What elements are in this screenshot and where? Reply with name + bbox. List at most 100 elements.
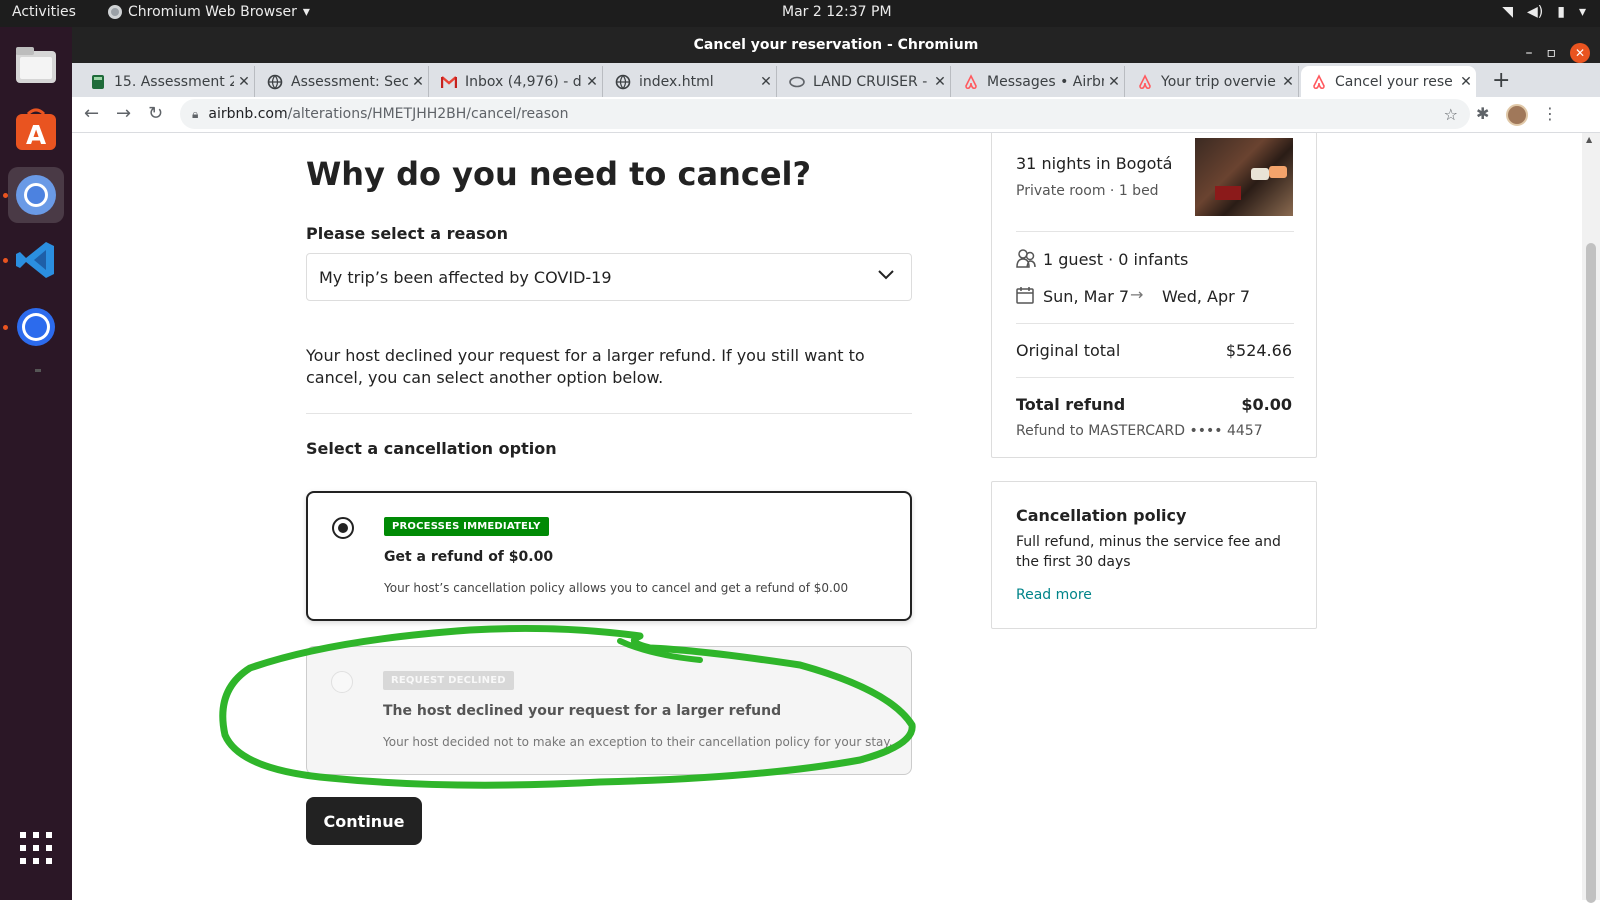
- policy-description: Full refund, minus the service fee and t…: [1016, 534, 1281, 570]
- photo-detail: [1215, 186, 1241, 200]
- close-icon[interactable]: ✕: [234, 74, 254, 90]
- original-total-value: $524.66: [1225, 341, 1292, 360]
- reload-icon[interactable]: ↻: [148, 103, 163, 124]
- app-menu-label: Chromium Web Browser: [128, 4, 297, 20]
- close-icon[interactable]: ✕: [756, 74, 776, 90]
- clock[interactable]: Mar 2 12:37 PM: [782, 4, 892, 20]
- radio-disabled: [331, 671, 353, 693]
- close-icon[interactable]: ✕: [1456, 74, 1476, 90]
- radio-selected[interactable]: [332, 517, 354, 539]
- page-scrollbar[interactable]: ▲: [1582, 133, 1600, 903]
- cancellation-policy-card: Cancellation policy Full refund, minus t…: [991, 481, 1317, 629]
- scroll-up-icon[interactable]: ▲: [1586, 135, 1592, 144]
- close-icon[interactable]: ✕: [582, 74, 602, 90]
- tab[interactable]: Your trip overvie ✕: [1127, 66, 1299, 97]
- book-icon: [90, 74, 106, 90]
- total-refund-label: Total refund: [1016, 395, 1126, 414]
- app-store-icon: A: [16, 108, 56, 151]
- tab[interactable]: 15. Assessment 2 ✕: [80, 66, 255, 97]
- dock-show-apps[interactable]: [8, 820, 64, 876]
- tab[interactable]: Inbox (4,976) - dn ✕: [431, 66, 603, 97]
- scrollbar-thumb[interactable]: [1586, 243, 1596, 903]
- chevron-down-icon: ▾: [1578, 4, 1586, 20]
- system-tray[interactable]: ◥ ◀) ▮ ▾: [1502, 4, 1586, 20]
- running-indicator: [3, 325, 8, 330]
- forward-icon[interactable]: →: [116, 103, 131, 124]
- page-title: Why do you need to cancel?: [306, 155, 812, 193]
- chevron-down-icon: ▾: [302, 4, 310, 20]
- back-icon[interactable]: ←: [84, 103, 99, 124]
- close-icon[interactable]: ✕: [1104, 74, 1124, 90]
- listing-title: 31 nights in Bogotá: [1016, 154, 1173, 173]
- tab-strip: 15. Assessment 2 ✕ Assessment: Sec ✕ Inb…: [72, 63, 1600, 97]
- svg-text:A: A: [26, 121, 46, 151]
- globe-icon: [267, 74, 283, 90]
- calendar-icon: [1016, 286, 1034, 308]
- status-badge: REQUEST DECLINED: [383, 671, 514, 690]
- tab[interactable]: Messages • Airbn ✕: [953, 66, 1125, 97]
- dock-vscode[interactable]: [8, 232, 64, 288]
- tab-title: 15. Assessment 2: [114, 73, 234, 90]
- photo-detail: [1269, 166, 1287, 178]
- app-menu[interactable]: Chromium Web Browser ▾: [108, 4, 310, 20]
- guests-icon: [1016, 248, 1036, 272]
- tab-active[interactable]: Cancel your rese ✕: [1301, 66, 1476, 97]
- volume-icon: ◀): [1527, 4, 1544, 20]
- battery-icon: ▮: [1557, 4, 1565, 20]
- close-icon[interactable]: ✕: [930, 74, 950, 90]
- arrow-right-icon: →: [1130, 285, 1144, 304]
- airbnb-icon: [1311, 73, 1327, 90]
- close-icon[interactable]: ✕: [1278, 74, 1298, 90]
- window-title: Cancel your reservation - Chromium: [693, 37, 979, 53]
- option-label: Select a cancellation option: [306, 439, 557, 458]
- close-icon[interactable]: ✕: [1570, 43, 1590, 63]
- refund-option-card[interactable]: PROCESSES IMMEDIATELY Get a refund of $0…: [306, 491, 912, 621]
- divider: [1016, 323, 1294, 324]
- dock-chromium[interactable]: [8, 167, 64, 223]
- chromium-icon: [16, 175, 56, 215]
- bookmark-star-icon[interactable]: ☆: [1444, 105, 1458, 124]
- airbnb-icon: [1137, 73, 1153, 90]
- reason-select[interactable]: My trip’s been affected by COVID-19: [306, 253, 912, 301]
- activities-button[interactable]: Activities: [12, 4, 76, 20]
- chromium-icon: [108, 5, 122, 19]
- new-tab-icon[interactable]: +: [1492, 68, 1510, 93]
- extensions-icon[interactable]: ✱: [1476, 104, 1489, 123]
- dock: A: [0, 27, 72, 900]
- read-more-link[interactable]: Read more: [1016, 587, 1092, 603]
- address-bar[interactable]: 🔒︎ airbnb.com /alterations/HMETJHH2BH/ca…: [180, 99, 1470, 129]
- menu-kebab-icon[interactable]: ⋮: [1542, 104, 1558, 123]
- dock-files[interactable]: [8, 37, 64, 93]
- tab-title: Your trip overvie: [1161, 73, 1276, 90]
- running-indicator: [3, 258, 8, 263]
- listing-photo[interactable]: [1195, 138, 1293, 216]
- running-indicator: [3, 193, 8, 198]
- option-description: Your host’s cancellation policy allows y…: [384, 581, 849, 595]
- browser-toolbar: ← → ↻ 🔒︎ airbnb.com /alterations/HMETJHH…: [72, 97, 1600, 133]
- chevron-down-icon: [877, 266, 895, 285]
- vscode-icon: [16, 242, 54, 278]
- option-title: Get a refund of $0.00: [384, 549, 554, 565]
- dock-software[interactable]: A: [8, 102, 64, 158]
- tab-title: Inbox (4,976) - dn: [465, 73, 582, 90]
- refund-destination: Refund to MASTERCARD •••• 4457: [1016, 423, 1263, 439]
- tab[interactable]: Assessment: Sec ✕: [257, 66, 429, 97]
- app-grid-icon: [20, 832, 52, 864]
- gmail-icon: [441, 74, 457, 90]
- declined-option-card: REQUEST DECLINED The host declined your …: [306, 646, 912, 775]
- tab-title: index.html: [639, 73, 714, 90]
- tab[interactable]: index.html ✕: [605, 66, 777, 97]
- option-title: The host declined your request for a lar…: [383, 703, 782, 719]
- window-titlebar[interactable]: Cancel your reservation - Chromium – ▫ ✕: [72, 27, 1600, 63]
- reason-select-value: My trip’s been affected by COVID-19: [319, 267, 612, 287]
- dock-signal[interactable]: [8, 299, 64, 355]
- tab[interactable]: LAND CRUISER - ✕: [779, 66, 951, 97]
- avatar[interactable]: [1506, 104, 1528, 126]
- continue-button[interactable]: Continue: [306, 797, 422, 845]
- divider: [1016, 377, 1294, 378]
- policy-title: Cancellation policy: [1016, 506, 1187, 525]
- close-icon[interactable]: ✕: [408, 74, 428, 90]
- dock-separator: [35, 369, 41, 372]
- gnome-top-bar: Activities Chromium Web Browser ▾ Mar 2 …: [0, 0, 1600, 27]
- divider: [306, 413, 912, 414]
